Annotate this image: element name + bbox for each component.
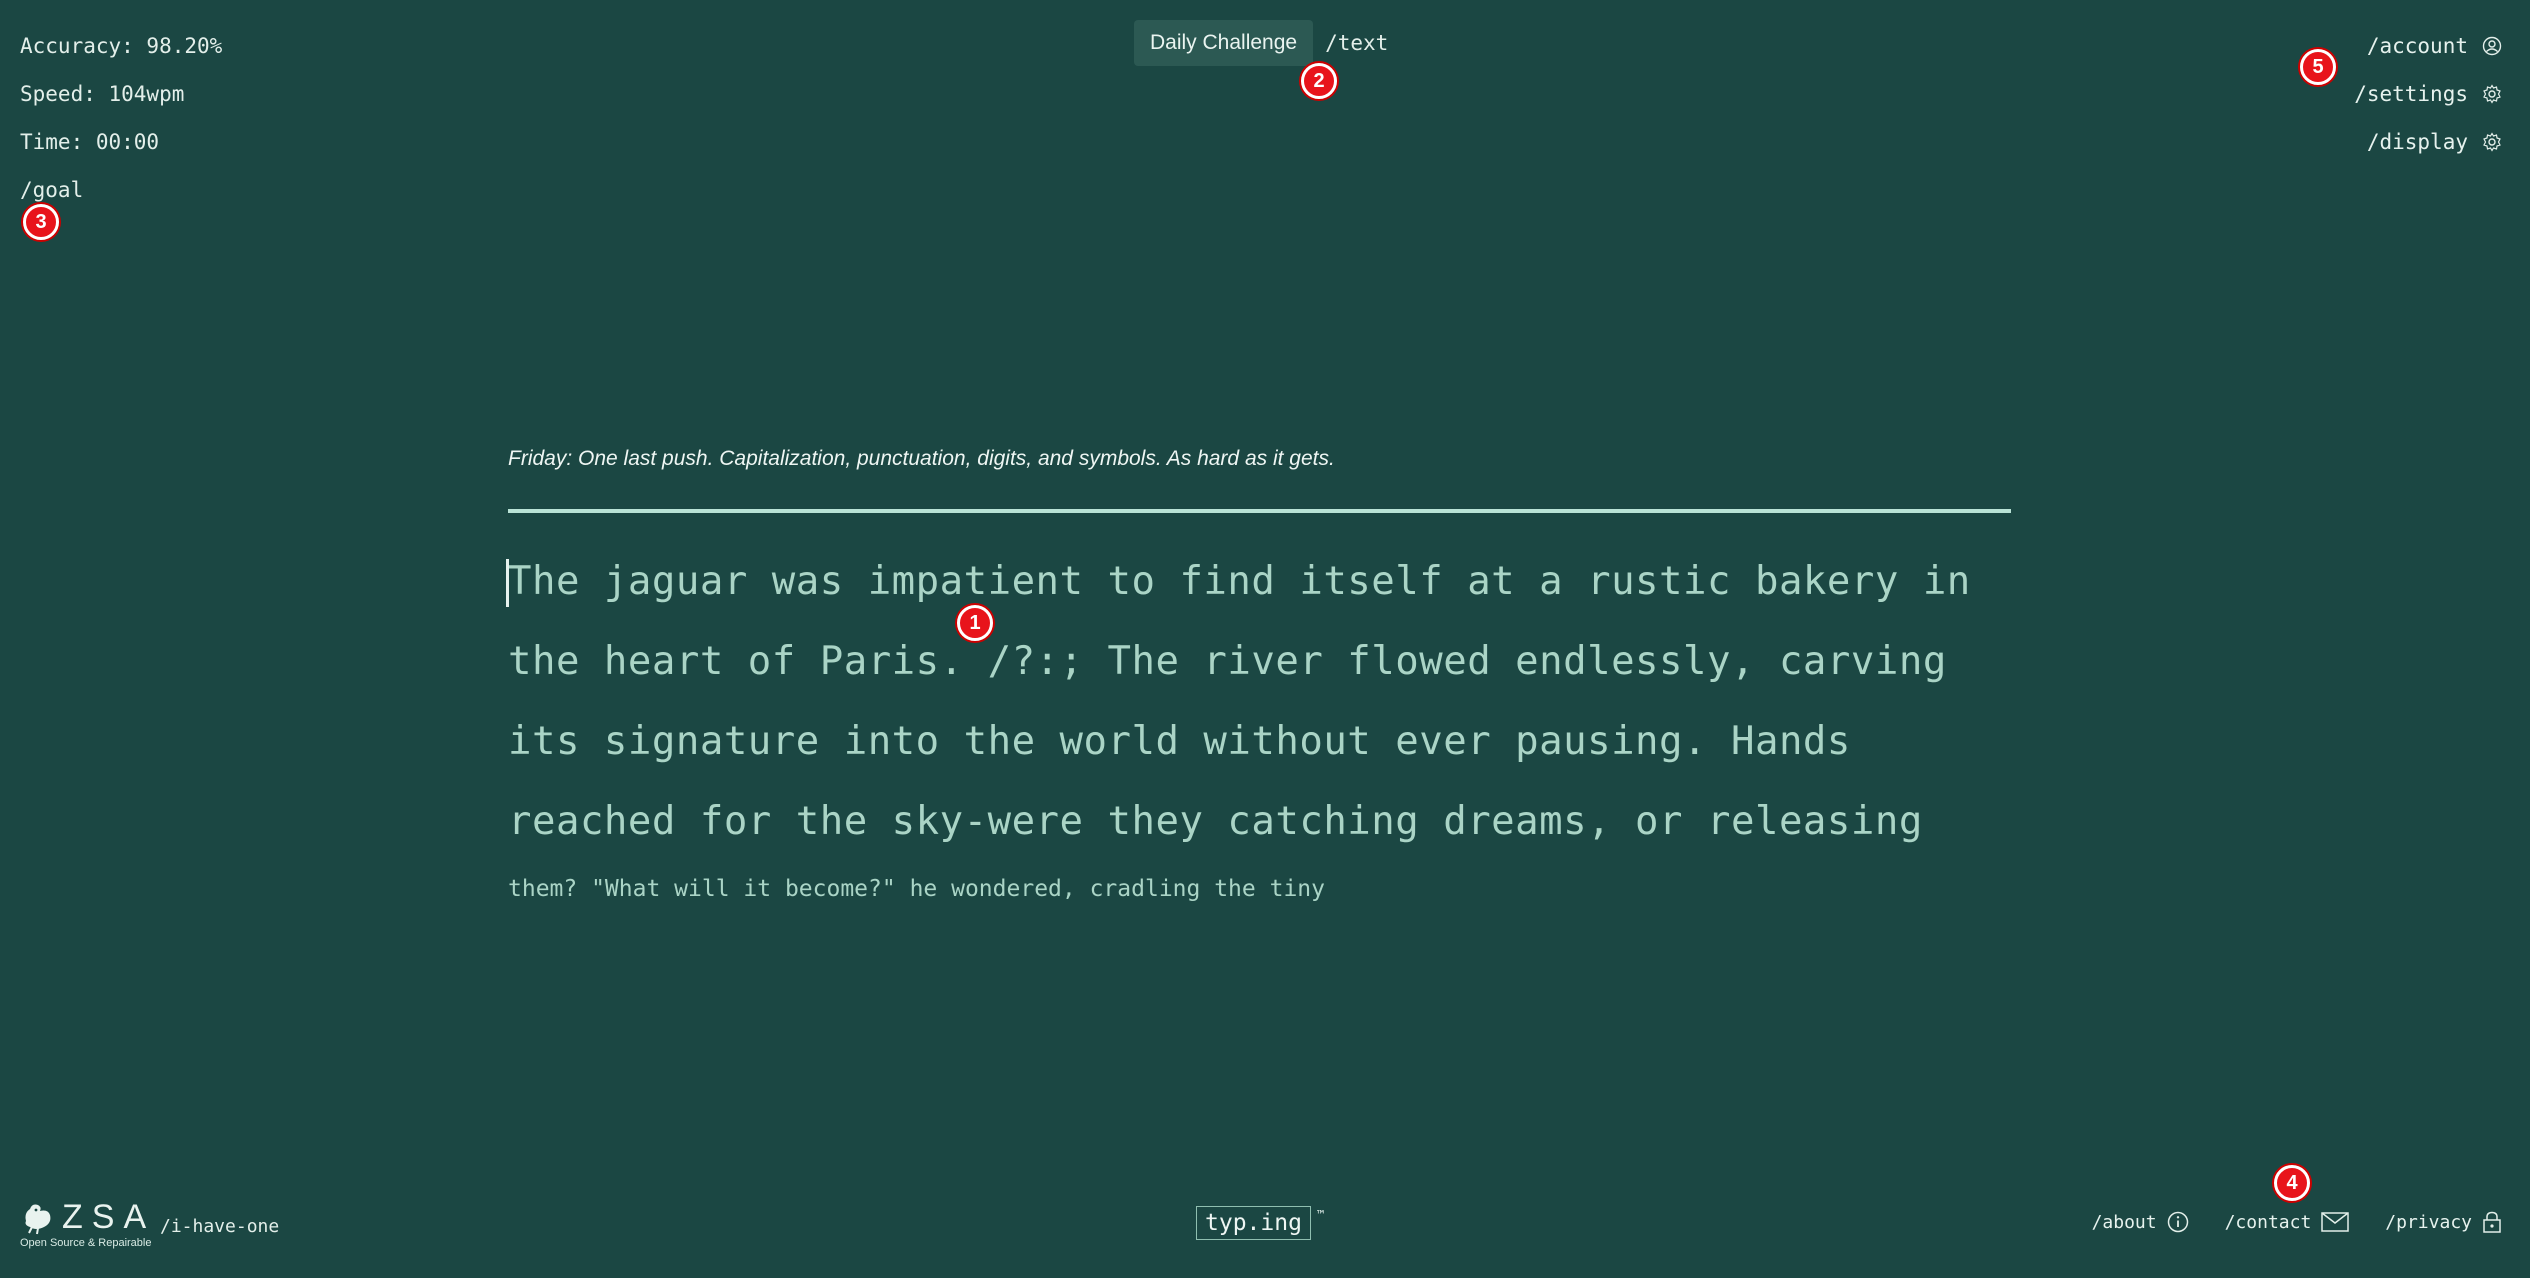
marker-badge-2: 2 [1301,63,1337,99]
upcoming-line: them? "What will it become?" he wondered… [508,876,1325,902]
privacy-link[interactable]: /privacy [2385,1211,2502,1233]
marker-badge-4: 4 [2274,1165,2310,1201]
top-center-nav: Daily Challenge /text [1134,20,1388,66]
marker-badge-3: 3 [23,204,59,240]
bird-logo-icon [25,1204,51,1234]
typing-line: The jaguar was impatient to find itself … [506,542,2008,622]
top-right-nav: /account /settings /display [2354,22,2502,166]
account-link[interactable]: /account [2354,22,2502,70]
brand-logo[interactable]: typ.ing [1196,1206,1311,1240]
account-label: /account [2366,34,2468,58]
typing-line: reached for the sky-were they catching d… [508,782,2008,862]
brand: typ.ing ™ [1196,1206,1324,1240]
accuracy-readout: Accuracy: 98.20% [20,34,223,58]
user-circle-icon [2482,36,2502,56]
time-readout: Time: 00:00 [20,130,160,154]
contact-link[interactable]: /contact [2225,1212,2350,1233]
text-link[interactable]: /text [1325,31,1388,55]
speed-readout: Speed: 104wpm [20,82,185,106]
privacy-label: /privacy [2385,1211,2472,1233]
typing-line-text: its signature into the world without eve… [508,719,1851,764]
i-have-one-link[interactable]: /i-have-one [160,1216,279,1237]
typing-line-text: the heart of Paris. /?:; The river flowe… [508,639,1947,684]
stats-panel: Accuracy: 98.20% Speed: 104wpm Time: 00:… [20,22,222,214]
zsa-logo[interactable]: ZSA Open Source & Repairable [20,1198,155,1249]
typing-line: its signature into the world without eve… [508,702,2008,782]
marker-badge-1: 1 [957,605,993,641]
trademark-symbol: ™ [1316,1208,1325,1222]
settings-label: /settings [2354,82,2468,106]
marker-badge-5: 5 [2300,49,2336,85]
typing-area[interactable]: The jaguar was impatient to find itself … [506,542,2008,862]
zsa-wordmark: ZSA [62,1198,156,1236]
display-label: /display [2366,130,2468,154]
gear-icon [2483,132,2501,152]
display-link[interactable]: /display [2354,118,2502,166]
zsa-tagline: Open Source & Repairable [20,1237,152,1249]
about-label: /about [2091,1211,2157,1233]
typing-line-text: reached for the sky-were they catching d… [508,799,1923,844]
about-link[interactable]: /about [2092,1211,2189,1233]
typing-line-text: The jaguar was impatient to find itself … [508,559,1971,604]
info-icon [2167,1211,2188,1233]
typing-line: the heart of Paris. /?:; The river flowe… [508,622,2008,702]
lock-icon [2483,1211,2501,1233]
gear-icon [2483,84,2501,104]
text-caret [506,559,509,607]
mail-icon [2321,1212,2350,1232]
daily-challenge-button[interactable]: Daily Challenge [1134,20,1314,66]
contact-label: /contact [2224,1211,2312,1233]
progress-divider [508,509,2011,513]
challenge-description: Friday: One last push. Capitalization, p… [508,447,1335,470]
footer-links: /about /contact /privacy [2092,1211,2502,1233]
settings-link[interactable]: /settings [2354,70,2502,118]
